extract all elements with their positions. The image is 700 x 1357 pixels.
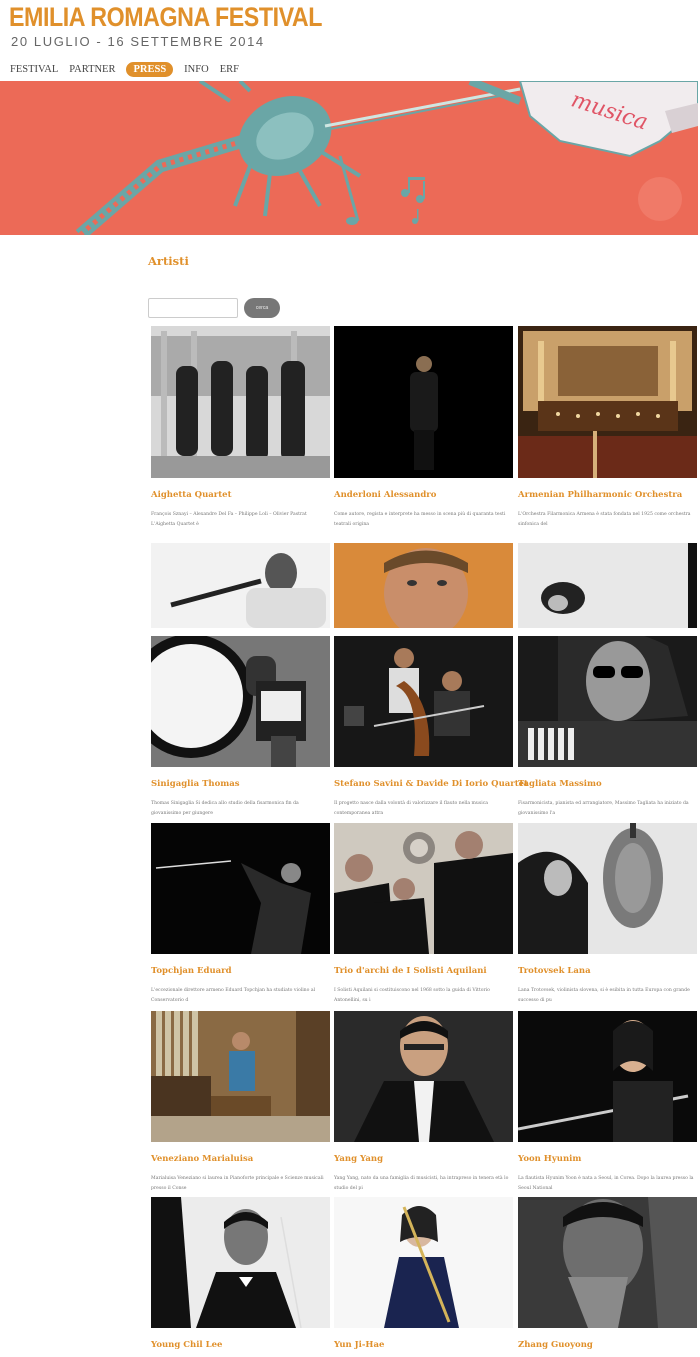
- artist-card[interactable]: Yoon Hyunim La flautista Hyunim Yoon è na…: [518, 1011, 697, 1204]
- artist-card[interactable]: Yun Ji-Hae: [334, 1197, 513, 1357]
- artist-photo[interactable]: [151, 636, 330, 767]
- artist-name-link[interactable]: Young Chil Lee: [151, 1340, 222, 1350]
- artist-description: Fisarmonicista, pianista ed arrangiatore…: [518, 801, 689, 816]
- artist-name-link[interactable]: Yoon Hyunim: [518, 1154, 581, 1164]
- artist-description: I Solisti Aquilani si costituiscono nel …: [334, 988, 490, 1003]
- artist-photo[interactable]: [151, 543, 330, 628]
- artist-name-link[interactable]: Stefano Savini & Davide Di Iorio Quartet: [334, 779, 528, 789]
- artist-photo[interactable]: [518, 1011, 697, 1142]
- film-strip-illustration: [75, 129, 262, 235]
- artist-name-link[interactable]: Trotovsek Lana: [518, 966, 591, 976]
- artist-description: François Sznayi – Alexandre Del Fa – Phi…: [151, 512, 307, 527]
- artist-photo[interactable]: [518, 636, 697, 767]
- music-notes-illustration: [401, 177, 425, 224]
- artist-card[interactable]: Trio d'archi de I Solisti Aquilani I Soli…: [334, 823, 513, 1016]
- festival-dates: 20 LUGLIO - 16 SETTEMBRE 2014: [11, 34, 265, 49]
- artist-name-link[interactable]: Veneziano Marialuisa: [151, 1154, 253, 1164]
- artist-name-link[interactable]: Sinigaglia Thomas: [151, 779, 240, 789]
- site-logo[interactable]: EMILIA ROMAGNA FESTIVAL: [9, 2, 322, 33]
- artist-name-link[interactable]: Zhang Guoyong: [518, 1340, 593, 1350]
- artist-description: L'Orchestra Filarmonica Armena è stata f…: [518, 512, 691, 527]
- artist-card[interactable]: Aighetta Quartet François Sznayi – Alexan…: [151, 326, 330, 540]
- artist-description: La flautista Hyunim Yoon è nata a Seoul,…: [518, 1176, 694, 1191]
- artist-photo[interactable]: [334, 1197, 513, 1328]
- artist-photo[interactable]: [151, 1011, 330, 1142]
- artist-card[interactable]: Trotovsek Lana Lana Trotovsek, violinista…: [518, 823, 697, 1016]
- artist-name-link[interactable]: Tagliata Massimo: [518, 779, 602, 789]
- nav-item-partner[interactable]: PARTNER: [69, 64, 115, 75]
- artist-card[interactable]: Stefano Savini & Davide Di Iorio Quartet…: [334, 636, 528, 829]
- artist-card[interactable]: Sinigaglia Thomas Thomas Sinigaglia Si de…: [151, 636, 330, 829]
- artist-photo[interactable]: [518, 823, 697, 954]
- page-title: Artisti: [148, 254, 189, 268]
- nav-item-info[interactable]: INFO: [184, 64, 209, 75]
- nav-item-erf[interactable]: ERF: [220, 64, 239, 75]
- artist-photo[interactable]: [334, 326, 513, 478]
- artist-photo[interactable]: [334, 823, 513, 954]
- artist-photo[interactable]: [518, 1197, 697, 1328]
- artist-card[interactable]: Topchjan Eduard L'eccezionale direttore a…: [151, 823, 330, 1016]
- artist-card[interactable]: Yang Yang Yang Yang, nato da una famiglia…: [334, 1011, 513, 1204]
- artist-name-link[interactable]: Trio d'archi de I Solisti Aquilani: [334, 966, 487, 976]
- artist-card[interactable]: Armenian Philharmonic Orchestra L'Orchest…: [518, 326, 697, 540]
- artist-photo[interactable]: [518, 326, 697, 478]
- artist-name-link[interactable]: Topchjan Eduard: [151, 966, 232, 976]
- artist-name-link[interactable]: Yun Ji-Hae: [334, 1340, 384, 1350]
- header-banner: musica: [0, 81, 698, 235]
- artist-description: Come autore, regista e interprete ha mes…: [334, 512, 506, 527]
- artist-photo[interactable]: [151, 1197, 330, 1328]
- artist-photo[interactable]: [151, 823, 330, 954]
- artist-card[interactable]: Zhang Guoyong: [518, 1197, 697, 1357]
- artist-card[interactable]: Young Chil Lee: [151, 1197, 330, 1357]
- artist-card[interactable]: Tagliata Massimo Fisarmonicista, pianista…: [518, 636, 697, 829]
- artist-description: Thomas Sinigaglia Si dedica allo studio …: [151, 801, 299, 816]
- artist-photo[interactable]: [334, 1011, 513, 1142]
- nav-item-festival[interactable]: FESTIVAL: [10, 64, 58, 75]
- nav-item-press[interactable]: PRESS: [126, 61, 174, 77]
- artist-photo[interactable]: [334, 636, 513, 767]
- artist-name-link[interactable]: Anderloni Alessandro: [334, 490, 436, 500]
- artist-photo[interactable]: [151, 326, 330, 478]
- artist-description: L'eccezionale direttore armeno Eduard To…: [151, 988, 316, 1003]
- artist-description: Il progetto nasce dalla volontà di valor…: [334, 801, 489, 816]
- artist-name-link[interactable]: Yang Yang: [334, 1154, 383, 1164]
- main-nav: FESTIVAL PARTNER PRESS INFO ERF: [10, 60, 250, 78]
- search-button[interactable]: cerca: [244, 298, 280, 318]
- artist-description: Yang Yang, nato da una famiglia di music…: [334, 1176, 509, 1191]
- artist-card[interactable]: Veneziano Marialuisa Marialuisa Veneziano…: [151, 1011, 330, 1204]
- search-input[interactable]: [148, 298, 238, 318]
- beetle-illustration: [198, 81, 521, 225]
- artist-name-link[interactable]: Aighetta Quartet: [151, 490, 232, 500]
- artist-description: Marialuisa Veneziano si laurea in Pianof…: [151, 1176, 324, 1191]
- artist-photo[interactable]: [334, 543, 513, 628]
- artist-photo[interactable]: [518, 543, 697, 628]
- artist-card[interactable]: Anderloni Alessandro Come autore, regista…: [334, 326, 513, 540]
- artist-name-link[interactable]: Armenian Philharmonic Orchestra: [518, 490, 682, 500]
- artist-description: Lana Trotovsek, violinista slovena, si è…: [518, 988, 690, 1003]
